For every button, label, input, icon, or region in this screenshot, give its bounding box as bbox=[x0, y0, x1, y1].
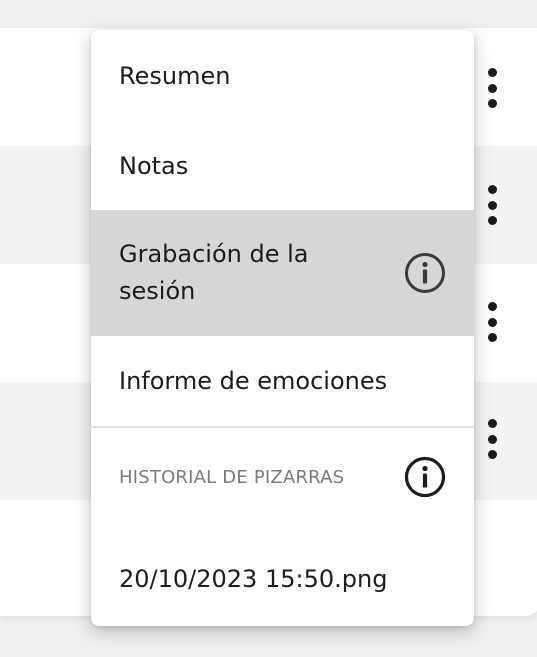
more-vert-icon[interactable] bbox=[487, 68, 497, 108]
menu-item-label: Notas bbox=[119, 151, 189, 180]
more-vert-icon[interactable] bbox=[487, 419, 497, 459]
file-name-label: 20/10/2023 15:50.png bbox=[119, 564, 388, 593]
more-vert-icon[interactable] bbox=[487, 302, 497, 342]
menu-item-informe-emociones[interactable]: Informe de emociones bbox=[91, 336, 474, 426]
menu-item-label: Resumen bbox=[119, 61, 231, 90]
menu-item-resumen[interactable]: Resumen bbox=[91, 30, 474, 122]
more-vert-icon[interactable] bbox=[487, 185, 497, 225]
menu-item-file[interactable]: 20/10/2023 15:50.png bbox=[91, 536, 474, 622]
section-header-historial: HISTORIAL DE PIZARRAS bbox=[91, 428, 474, 526]
section-header-label: HISTORIAL DE PIZARRAS bbox=[119, 466, 345, 488]
info-icon[interactable] bbox=[404, 456, 446, 498]
options-menu: Resumen Notas Grabación de la sesión Inf… bbox=[91, 30, 474, 626]
menu-item-notas[interactable]: Notas bbox=[91, 122, 474, 210]
menu-item-label: Informe de emociones bbox=[119, 366, 388, 395]
menu-item-label: Grabación de la sesión bbox=[119, 240, 309, 305]
screen: Resumen Notas Grabación de la sesión Inf… bbox=[0, 0, 537, 657]
menu-item-grabacion[interactable]: Grabación de la sesión bbox=[91, 210, 474, 336]
info-icon[interactable] bbox=[404, 252, 446, 294]
